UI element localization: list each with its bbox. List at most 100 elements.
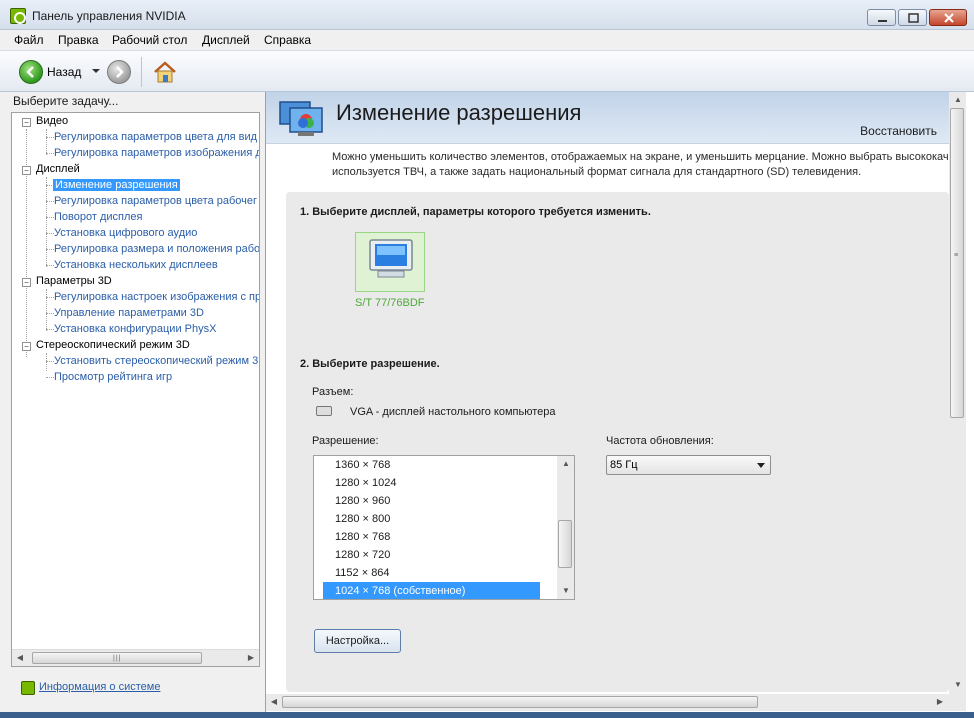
tree-line	[46, 361, 54, 362]
tree-item-desktop-color[interactable]: Регулировка параметров цвета рабочег	[54, 195, 257, 207]
tree-item-desktop-size[interactable]: Регулировка размера и положения рабо	[54, 243, 259, 255]
system-info-label[interactable]: Информация о системе	[39, 681, 160, 693]
tree-collapse-icon[interactable]: −	[22, 118, 31, 127]
tree-line	[46, 129, 47, 155]
content-vertical-scrollbar[interactable]: ▲ ≡ ▼	[949, 92, 966, 694]
tree-item-video-image[interactable]: Регулировка параметров изображения д	[54, 147, 259, 159]
system-info-link[interactable]: Информация о системе	[21, 681, 160, 695]
list-item-selected[interactable]: 1024 × 768 (собственное)	[323, 582, 540, 599]
arrow-left-icon	[26, 66, 34, 78]
tree-item-rotate-display[interactable]: Поворот дисплея	[54, 211, 142, 223]
tree-horizontal-scrollbar[interactable]: ◀ ||| ▶	[12, 649, 259, 666]
nvidia-control-panel-window: Панель управления NVIDIA Файл Правка Раб…	[0, 0, 974, 718]
tree-line	[46, 153, 54, 154]
tree-line	[46, 353, 47, 371]
display-name[interactable]: S/T 77/76BDF	[355, 297, 425, 309]
tree-item-digital-audio[interactable]: Установка цифрового аудио	[54, 227, 197, 239]
tree-line	[46, 297, 54, 298]
list-item[interactable]: 1280 × 768	[323, 528, 540, 546]
list-item[interactable]: 1280 × 800	[323, 510, 540, 528]
tree-item-video-color[interactable]: Регулировка параметров цвета для вид	[54, 131, 257, 143]
tree-line	[46, 249, 54, 250]
menu-display[interactable]: Дисплей	[202, 33, 250, 47]
resolution-label: Разрешение:	[312, 435, 379, 447]
task-label: Выберите задачу...	[13, 94, 119, 108]
scroll-thumb[interactable]: |||	[32, 652, 202, 664]
chevron-down-icon[interactable]	[90, 65, 102, 77]
scroll-up-icon[interactable]: ▲	[953, 95, 963, 105]
scroll-thumb[interactable]: ≡	[950, 108, 964, 418]
list-item[interactable]: 1280 × 1024	[323, 474, 540, 492]
taskbar	[0, 712, 974, 718]
description-line: используется ТВЧ, а также задать национа…	[332, 166, 862, 178]
tree-node-video[interactable]: Видео	[36, 115, 68, 127]
display-selector[interactable]	[355, 232, 425, 292]
scroll-thumb[interactable]	[282, 696, 758, 708]
list-item[interactable]: 1280 × 720	[323, 546, 540, 564]
menu-edit[interactable]: Правка	[58, 33, 99, 47]
tree-item-stereo-setup[interactable]: Установить стереоскопический режим 3	[54, 355, 258, 367]
tree-node-display[interactable]: Дисплей	[36, 163, 80, 175]
description-line: Можно уменьшить количество элементов, от…	[332, 151, 949, 163]
scroll-thumb[interactable]	[558, 520, 572, 568]
tree-item-image-settings[interactable]: Регулировка настроек изображения с пр	[54, 291, 259, 303]
maximize-button[interactable]	[898, 9, 927, 26]
refresh-rate-value: 85 Гц	[610, 459, 638, 471]
task-tree[interactable]: − Видео Регулировка параметров цвета для…	[11, 112, 260, 667]
scroll-right-icon[interactable]: ▶	[246, 653, 256, 663]
task-panel: Выберите задачу... − Видео Регулировка п…	[0, 92, 264, 712]
forward-button[interactable]	[107, 60, 131, 84]
toolbar-separator	[141, 57, 142, 87]
title-bar: Панель управления NVIDIA	[0, 0, 974, 30]
menu-file[interactable]: Файл	[14, 33, 44, 47]
minimize-button[interactable]	[867, 9, 896, 26]
restore-link[interactable]: Восстановить	[860, 124, 937, 138]
menu-desktop[interactable]: Рабочий стол	[112, 33, 187, 47]
tree-line	[26, 129, 27, 357]
tree-collapse-icon[interactable]: −	[22, 278, 31, 287]
scroll-right-icon[interactable]: ▶	[935, 697, 945, 707]
tree-item-game-ratings[interactable]: Просмотр рейтинга игр	[54, 371, 172, 383]
tree-line	[46, 177, 47, 267]
close-button[interactable]	[929, 9, 967, 26]
home-icon[interactable]	[151, 58, 179, 86]
tree-item-change-resolution[interactable]: Изменение разрешения	[53, 179, 180, 191]
scroll-left-icon[interactable]: ◀	[15, 653, 25, 663]
tree-item-multiple-displays[interactable]: Установка нескольких дисплеев	[54, 259, 218, 271]
list-item[interactable]: 1360 × 768	[323, 456, 540, 474]
back-button[interactable]	[19, 60, 43, 84]
step2-heading: 2. Выберите разрешение.	[300, 358, 440, 370]
tree-line	[46, 233, 54, 234]
scroll-left-icon[interactable]: ◀	[269, 697, 279, 707]
tree-line	[46, 265, 54, 266]
list-item[interactable]: 1152 × 864	[323, 564, 540, 582]
scroll-down-icon[interactable]: ▼	[561, 586, 571, 596]
resolution-list-scrollbar[interactable]: ▲ ▼	[557, 456, 574, 599]
step1-heading: 1. Выберите дисплей, параметры которого …	[300, 206, 651, 218]
menu-help[interactable]: Справка	[264, 33, 311, 47]
tree-collapse-icon[interactable]: −	[22, 166, 31, 175]
arrow-right-icon	[116, 66, 124, 78]
connector-label: Разъем:	[312, 386, 354, 398]
refresh-rate-label: Частота обновления:	[606, 435, 714, 447]
display-resolution-icon	[279, 101, 323, 136]
tree-node-stereo-3d[interactable]: Стереоскопический режим 3D	[36, 339, 190, 351]
scroll-up-icon[interactable]: ▲	[561, 459, 571, 469]
resolution-list[interactable]: 1360 × 768 1280 × 1024 1280 × 960 1280 ×…	[313, 455, 575, 600]
tree-collapse-icon[interactable]: −	[22, 342, 31, 351]
list-item[interactable]: 1280 × 960	[323, 492, 540, 510]
scroll-corner	[949, 694, 966, 711]
content-horizontal-scrollbar[interactable]: ◀ ▶	[266, 694, 949, 711]
refresh-rate-dropdown[interactable]: 85 Гц	[606, 455, 771, 475]
tree-item-physx[interactable]: Установка конфигурации PhysX	[54, 323, 216, 335]
settings-area: 1. Выберите дисплей, параметры которого …	[286, 192, 949, 692]
tree-item-manage-3d[interactable]: Управление параметрами 3D	[54, 307, 204, 319]
page-description: Можно уменьшить количество элементов, от…	[332, 150, 950, 180]
vga-connector-icon	[316, 406, 332, 416]
monitor-icon	[369, 239, 413, 278]
back-label[interactable]: Назад	[47, 65, 81, 79]
scroll-down-icon[interactable]: ▼	[953, 680, 963, 690]
settings-button[interactable]: Настройка...	[314, 629, 401, 653]
tree-line	[46, 289, 47, 331]
tree-node-3d-settings[interactable]: Параметры 3D	[36, 275, 112, 287]
